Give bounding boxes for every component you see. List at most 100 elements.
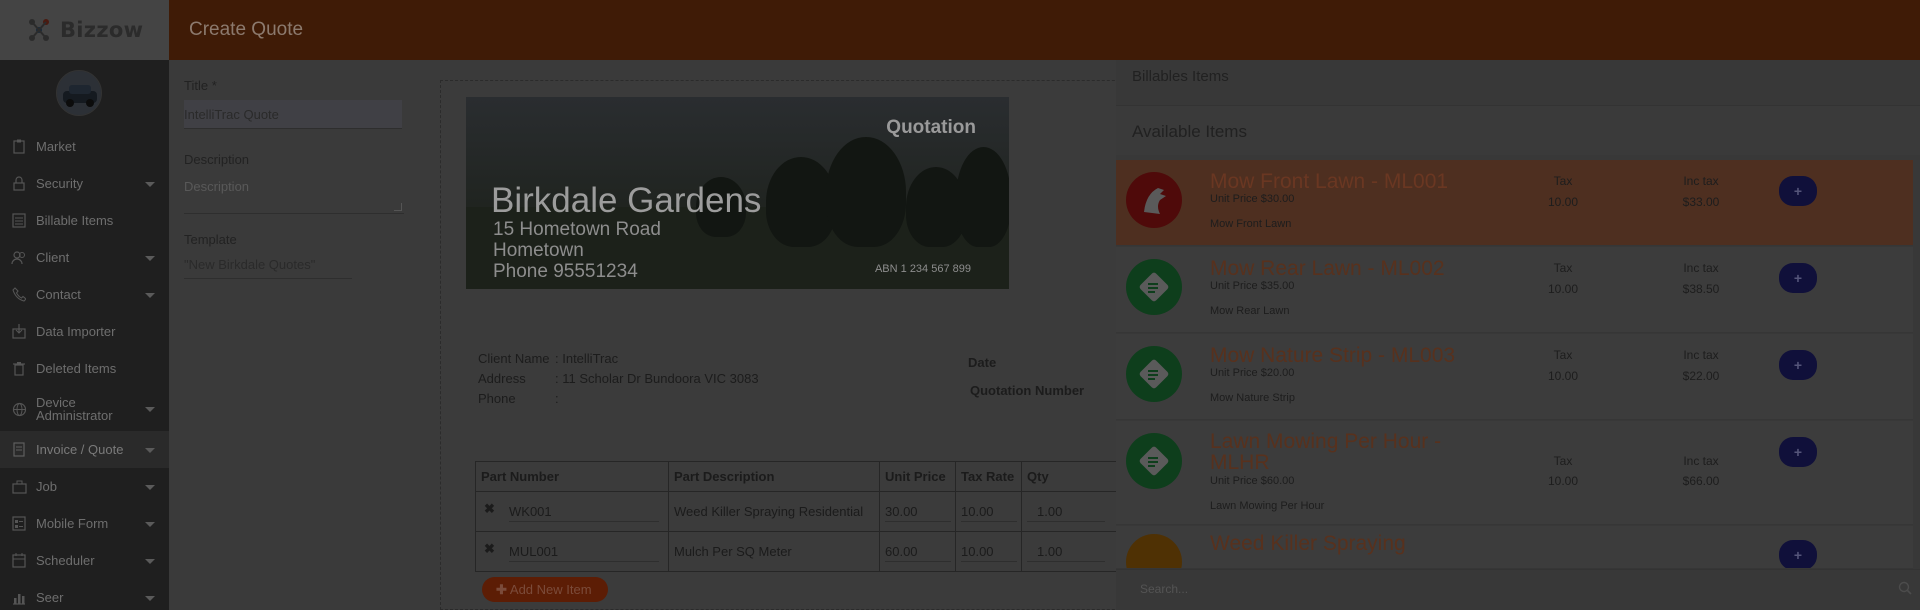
- banner-abn: ABN 1 234 567 899: [874, 263, 971, 275]
- title-input[interactable]: IntelliTrac Quote: [184, 100, 402, 129]
- inc-tax-value: $38.50: [1682, 282, 1720, 296]
- tax-value: 10.00: [1548, 369, 1579, 383]
- delete-row-icon[interactable]: ✖: [484, 501, 495, 517]
- briefcase-icon: [10, 478, 28, 496]
- sidebar-item-mobile-form[interactable]: Mobile Form: [0, 505, 169, 542]
- column-header: Qty: [1021, 461, 1118, 492]
- tree-shape: [826, 137, 906, 247]
- quote-preview: Quotation Birkdale Gardens 15 Hometown R…: [440, 80, 1180, 610]
- chevron-down-icon: [145, 292, 155, 298]
- delete-row-icon[interactable]: ✖: [484, 541, 495, 557]
- sidebar-item-device-administrator[interactable]: Device Administrator: [0, 387, 169, 431]
- qty-cell: 1.00: [1021, 531, 1118, 572]
- client-name-value: : IntelliTrac: [555, 351, 619, 366]
- billable-item-card[interactable]: Mow Front Lawn - ML001 Unit Price $30.00…: [1116, 160, 1913, 246]
- sidebar-item-scheduler[interactable]: Scheduler: [0, 542, 169, 579]
- search-input[interactable]: Search...: [1140, 582, 1188, 596]
- description-label: Description: [184, 152, 250, 167]
- client-name-label: Client Name: [478, 351, 550, 366]
- item-name: Weed Killer Spraying: [1210, 532, 1406, 555]
- banner-company: Birkdale Gardens: [491, 181, 762, 220]
- item-unit-price: Unit Price $30.00: [1210, 193, 1295, 205]
- part-number-input[interactable]: WK001: [509, 502, 659, 522]
- tax-value: 10.00: [1548, 474, 1579, 488]
- qty-input[interactable]: 1.00: [1027, 502, 1105, 522]
- part-number-cell: ✖ MUL001: [475, 531, 669, 572]
- sidebar-item-job[interactable]: Job: [0, 468, 169, 505]
- quote-banner: Quotation Birkdale Gardens 15 Hometown R…: [466, 97, 1009, 289]
- bizzow-logo-icon: [24, 15, 54, 45]
- sidebar-item-seer[interactable]: Seer: [0, 579, 169, 610]
- add-new-item-button[interactable]: ✚ Add New Item: [482, 577, 608, 602]
- available-items-heading: Available Items: [1132, 122, 1247, 141]
- description-textarea[interactable]: Description: [184, 172, 404, 214]
- sidebar-item-security[interactable]: Security: [0, 165, 169, 202]
- template-select[interactable]: "New Birkdale Quotes": [184, 250, 352, 279]
- part-number-cell: ✖ WK001: [475, 491, 669, 532]
- inc-tax-value: $22.00: [1682, 369, 1720, 383]
- tax-rate-input[interactable]: 10.00: [961, 542, 1017, 562]
- avatar[interactable]: [56, 70, 102, 116]
- import-icon: [10, 323, 28, 341]
- sidebar-item-label: Invoice / Quote: [36, 442, 124, 457]
- item-icon: [1126, 534, 1182, 568]
- item-name: Mow Front Lawn - ML001: [1210, 170, 1449, 193]
- add-item-button[interactable]: +: [1779, 350, 1817, 380]
- resize-handle-icon[interactable]: [394, 203, 402, 211]
- add-new-item-label: Add New Item: [509, 582, 592, 597]
- billable-item-card[interactable]: Mow Rear Lawn - ML002 Unit Price $35.00 …: [1116, 247, 1913, 333]
- add-item-button[interactable]: +: [1779, 540, 1817, 568]
- billable-item-card[interactable]: Lawn Mowing Per Hour - MLHR Unit Price $…: [1116, 421, 1913, 525]
- sidebar-item-label: Data Importer: [36, 324, 116, 339]
- sidebar-item-market[interactable]: Market: [0, 128, 169, 165]
- template-label: Template: [184, 232, 237, 247]
- add-item-button[interactable]: +: [1779, 263, 1817, 293]
- sidebar-item-data-importer[interactable]: Data Importer: [0, 313, 169, 350]
- column-header: Part Number: [475, 461, 669, 492]
- tax-rate-cell: 10.00: [955, 531, 1022, 572]
- sidebar-item-client[interactable]: Client: [0, 239, 169, 276]
- banner-address2: Hometown: [493, 240, 584, 261]
- item-description: Mow Front Lawn: [1210, 218, 1292, 230]
- tax-label: Tax: [1553, 348, 1573, 362]
- billable-item-card[interactable]: Weed Killer Spraying +: [1116, 526, 1913, 569]
- trash-icon: [10, 360, 28, 378]
- banner-phone: Phone 95551234: [493, 261, 638, 282]
- item-description: Lawn Mowing Per Hour: [1210, 500, 1325, 512]
- unit-price-input[interactable]: 60.00: [885, 542, 951, 562]
- logo[interactable]: Bizzow: [0, 0, 169, 60]
- part-number-input[interactable]: MUL001: [509, 542, 659, 562]
- chevron-down-icon: [145, 595, 155, 601]
- qty-input[interactable]: 1.00: [1027, 542, 1105, 562]
- description-cell: Weed Killer Spraying Residential: [668, 491, 880, 532]
- table-row: ✖ MUL001 Mulch Per SQ Meter 60.00 10.00 …: [475, 531, 1118, 572]
- chevron-down-icon: [145, 447, 155, 453]
- inc-tax-label: Inc tax: [1683, 348, 1719, 362]
- sidebar-item-billable-items[interactable]: Billable Items: [0, 202, 169, 239]
- item-icon: [1126, 346, 1182, 402]
- sidebar-item-label: Contact: [36, 287, 81, 302]
- unit-price-input[interactable]: 30.00: [885, 502, 951, 522]
- search-icon[interactable]: [1898, 581, 1912, 598]
- clipboard-icon: [10, 138, 28, 156]
- add-item-button[interactable]: +: [1779, 176, 1817, 206]
- column-header: Tax Rate: [955, 461, 1022, 492]
- add-item-button[interactable]: +: [1779, 437, 1817, 467]
- tax-rate-input[interactable]: 10.00: [961, 502, 1017, 522]
- item-icon: [1126, 259, 1182, 315]
- sidebar-item-contact[interactable]: Contact: [0, 276, 169, 313]
- globe-icon: [10, 400, 28, 418]
- list-icon: [10, 212, 28, 230]
- phone-value: :: [555, 391, 559, 406]
- plus-icon: ✚: [496, 581, 507, 597]
- unit-price-cell: 30.00: [879, 491, 956, 532]
- billable-item-card[interactable]: Mow Nature Strip - ML003 Unit Price $20.…: [1116, 334, 1913, 420]
- search-bar[interactable]: Search...: [1116, 569, 1920, 607]
- sidebar-nav: Market Security Billable Items Client Co…: [0, 128, 169, 610]
- tax-value: 10.00: [1548, 282, 1579, 296]
- sidebar-item-deleted-items[interactable]: Deleted Items: [0, 350, 169, 387]
- item-unit-price: Unit Price $35.00: [1210, 280, 1295, 292]
- chart-icon: [10, 589, 28, 607]
- sidebar-item-invoice-quote[interactable]: Invoice / Quote: [0, 431, 169, 468]
- sidebar-item-label: Device Administrator: [36, 395, 113, 423]
